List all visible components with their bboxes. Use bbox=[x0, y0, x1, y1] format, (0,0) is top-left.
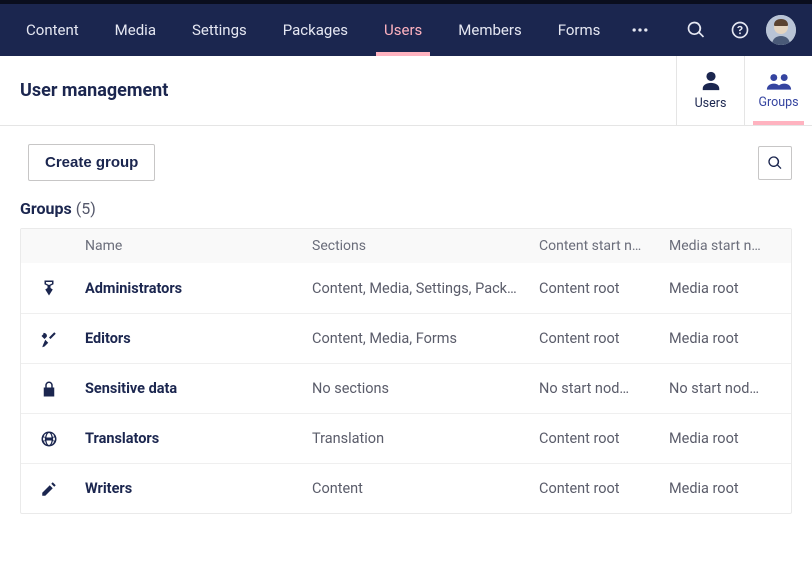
row-content-start: Content root bbox=[531, 466, 661, 511]
table-row[interactable]: WritersContentContent rootMedia root bbox=[21, 463, 791, 513]
nav-users[interactable]: Users bbox=[366, 4, 440, 56]
table-header: Name Sections Content start n… Media sta… bbox=[21, 229, 791, 263]
row-content-start: Content root bbox=[531, 316, 661, 361]
row-media-start: Media root bbox=[661, 466, 791, 511]
nav-media[interactable]: Media bbox=[97, 4, 174, 56]
row-sections: Translation bbox=[304, 416, 531, 461]
row-name: Sensitive data bbox=[77, 366, 304, 411]
row-name: Administrators bbox=[77, 266, 304, 311]
toolbar: Create group bbox=[0, 126, 812, 199]
table-row[interactable]: TranslatorsTranslationContent rootMedia … bbox=[21, 413, 791, 463]
create-group-button[interactable]: Create group bbox=[28, 144, 155, 181]
table-row[interactable]: AdministratorsContent, Media, Settings, … bbox=[21, 263, 791, 313]
help-icon[interactable] bbox=[718, 4, 762, 56]
pencil-icon bbox=[40, 480, 58, 498]
row-sections: Content, Media, Forms bbox=[304, 316, 531, 361]
row-content-start: No start nod… bbox=[531, 366, 661, 411]
section-count: (5) bbox=[76, 199, 96, 218]
nav-members[interactable]: Members bbox=[440, 4, 539, 56]
header-sections[interactable]: Sections bbox=[304, 230, 531, 262]
row-content-start: Content root bbox=[531, 266, 661, 311]
nav-packages[interactable]: Packages bbox=[265, 4, 366, 56]
row-name: Translators bbox=[77, 416, 304, 461]
search-groups-button[interactable] bbox=[758, 146, 792, 180]
row-sections: Content, Media, Settings, Packa… bbox=[304, 266, 531, 311]
group-icon bbox=[766, 71, 792, 91]
row-sections: Content bbox=[304, 466, 531, 511]
tools-icon bbox=[40, 330, 58, 348]
lock-icon bbox=[40, 380, 58, 398]
table-row[interactable]: Sensitive dataNo sectionsNo start nod…No… bbox=[21, 363, 791, 413]
row-media-start: Media root bbox=[661, 266, 791, 311]
view-groups-label: Groups bbox=[758, 95, 798, 110]
section-label: Groups bbox=[20, 199, 72, 218]
row-name: Writers bbox=[77, 466, 304, 511]
row-media-start: Media root bbox=[661, 316, 791, 361]
row-media-start: Media root bbox=[661, 416, 791, 461]
avatar[interactable] bbox=[766, 15, 796, 45]
globe-icon bbox=[40, 430, 58, 448]
nav-more-icon[interactable] bbox=[618, 4, 662, 56]
header-media-start[interactable]: Media start n… bbox=[661, 230, 791, 262]
nav-forms[interactable]: Forms bbox=[540, 4, 619, 56]
sub-nav: User management Users Groups bbox=[0, 56, 812, 126]
view-users-tab[interactable]: Users bbox=[676, 56, 744, 125]
nav-settings[interactable]: Settings bbox=[174, 4, 265, 56]
badge-icon bbox=[40, 279, 58, 297]
header-content-start[interactable]: Content start n… bbox=[531, 230, 661, 262]
groups-table: Name Sections Content start n… Media sta… bbox=[20, 228, 792, 514]
view-groups-tab[interactable]: Groups bbox=[744, 56, 812, 125]
row-content-start: Content root bbox=[531, 416, 661, 461]
header-name[interactable]: Name bbox=[77, 230, 304, 262]
row-name: Editors bbox=[77, 316, 304, 361]
user-icon bbox=[700, 70, 722, 92]
row-media-start: No start nod… bbox=[661, 366, 791, 411]
table-row[interactable]: EditorsContent, Media, FormsContent root… bbox=[21, 313, 791, 363]
row-sections: No sections bbox=[304, 366, 531, 411]
search-icon[interactable] bbox=[674, 4, 718, 56]
section-title: Groups (5) bbox=[0, 199, 812, 228]
page-title: User management bbox=[0, 56, 676, 125]
view-users-label: Users bbox=[695, 96, 727, 111]
top-nav: Content Media Settings Packages Users Me… bbox=[0, 4, 812, 56]
nav-content[interactable]: Content bbox=[8, 4, 97, 56]
search-icon bbox=[767, 155, 783, 171]
